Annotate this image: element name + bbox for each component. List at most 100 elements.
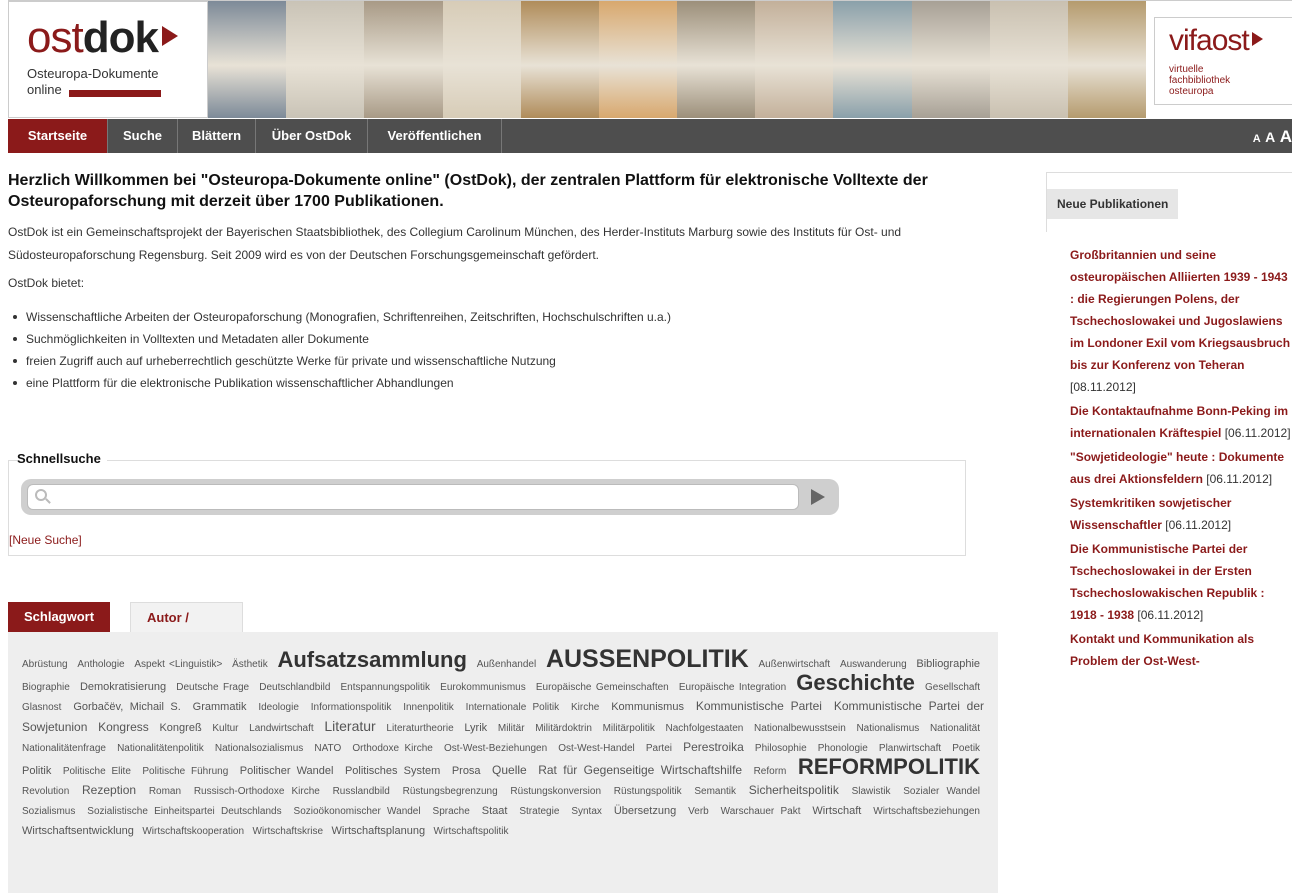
tag-link[interactable]: Europäische Integration	[679, 682, 786, 693]
tag-link[interactable]: Glasnost	[22, 702, 61, 713]
tag-link[interactable]: Warschauer Pakt	[721, 806, 801, 817]
tag-link[interactable]: Nachfolgestaaten	[666, 723, 744, 734]
tag-link[interactable]: REFORMPOLITIK	[798, 754, 980, 779]
tag-link[interactable]: Bibliographie	[916, 658, 980, 670]
tag-link[interactable]: Grammatik	[193, 701, 247, 713]
tag-link[interactable]: Deutsche Frage	[176, 682, 249, 693]
nav-ueber-ostdok[interactable]: Über OstDok	[256, 119, 368, 153]
tag-link[interactable]: Anthologie	[77, 659, 124, 670]
tag-link[interactable]: Roman	[149, 786, 181, 797]
tag-link[interactable]: Sozioökonomischer Wandel	[294, 806, 421, 817]
tag-link[interactable]: Revolution	[22, 786, 69, 797]
tag-link[interactable]: Gorbačëv, Michail S.	[73, 701, 180, 713]
tag-link[interactable]: Politische Führung	[142, 766, 228, 777]
tag-link[interactable]: Wirtschaftspolitik	[434, 826, 509, 837]
tag-link[interactable]: Kommunistische Partei	[696, 699, 822, 713]
tag-link[interactable]: Sozialer Wandel	[903, 786, 980, 797]
tag-link[interactable]: Ideologie	[258, 702, 299, 713]
tag-link[interactable]: Nationalbewusstsein	[754, 723, 846, 734]
tag-link[interactable]: Biographie	[22, 682, 70, 693]
tag-link[interactable]: Kongress	[98, 720, 149, 734]
tag-link[interactable]: Wirtschaft	[812, 805, 861, 817]
tag-link[interactable]: Sozialistische Einheitspartei Deutschlan…	[87, 806, 281, 817]
ostdok-logo[interactable]: ostdok Osteuropa-Dokumente online	[8, 1, 208, 118]
tag-link[interactable]: Europäische Gemeinschaften	[536, 682, 669, 693]
tag-link[interactable]: Deutschlandbild	[259, 682, 330, 693]
tag-link[interactable]: Wirtschaftskrise	[253, 826, 324, 837]
tag-link[interactable]: Entspannungspolitik	[341, 682, 431, 693]
tag-link[interactable]: Lyrik	[464, 722, 487, 734]
tag-link[interactable]: Sprache	[433, 806, 470, 817]
tag-link[interactable]: Militärpolitik	[603, 723, 655, 734]
tag-link[interactable]: Russlandbild	[333, 786, 390, 797]
publication-title-link[interactable]: Kontakt und Kommunikation als Problem de…	[1070, 632, 1254, 668]
tag-link[interactable]: Semantik	[694, 786, 736, 797]
tag-link[interactable]: Informationspolitik	[311, 702, 392, 713]
nav-startseite[interactable]: Startseite	[8, 119, 108, 153]
tag-link[interactable]: Eurokommunismus	[440, 682, 526, 693]
tab-autor-herausgeber[interactable]: Autor / Herausgeber	[130, 602, 244, 655]
tag-link[interactable]: Literatur	[324, 718, 375, 734]
tag-link[interactable]: Außenhandel	[477, 659, 537, 670]
tab-neue-publikationen[interactable]: Neue Publikationen	[1047, 189, 1179, 219]
tag-link[interactable]: Kirche	[571, 702, 599, 713]
tag-link[interactable]: Rüstungspolitik	[614, 786, 682, 797]
tag-link[interactable]: Aspekt <Linguistik>	[134, 659, 222, 670]
font-large[interactable]: A	[1280, 127, 1292, 146]
tag-link[interactable]: Militärdoktrin	[535, 723, 592, 734]
tag-link[interactable]: Innenpolitik	[403, 702, 454, 713]
tag-link[interactable]: Wirtschaftsentwicklung	[22, 825, 134, 837]
tag-link[interactable]: Literaturtheorie	[386, 723, 453, 734]
tag-link[interactable]: Rüstungskonversion	[510, 786, 601, 797]
tag-link[interactable]: Perestroika	[683, 740, 744, 754]
tag-link[interactable]: Kongreß	[159, 722, 201, 734]
tab-schlagwort[interactable]: Schlagwort	[8, 602, 111, 632]
tag-link[interactable]: Verb	[688, 806, 709, 817]
tag-link[interactable]: Reform	[754, 766, 787, 777]
tag-link[interactable]: Poetik	[952, 743, 980, 754]
tag-link[interactable]: Aufsatzsammlung	[277, 647, 466, 672]
tag-link[interactable]: AUSSENPOLITIK	[546, 645, 749, 673]
tag-link[interactable]: Slawistik	[852, 786, 891, 797]
tag-link[interactable]: Politische Elite	[63, 766, 131, 777]
tag-link[interactable]: Nationalismus	[856, 723, 919, 734]
tag-link[interactable]: Russisch-Orthodoxe Kirche	[194, 786, 320, 797]
font-size-switcher[interactable]: A A A	[1253, 119, 1292, 153]
search-submit-arrow-icon[interactable]	[811, 489, 825, 505]
tag-link[interactable]: Ost-West-Beziehungen	[444, 743, 547, 754]
tag-link[interactable]: Übersetzung	[614, 805, 676, 817]
font-small[interactable]: A	[1253, 133, 1261, 145]
tag-link[interactable]: Sozialismus	[22, 806, 75, 817]
nav-blaettern[interactable]: Blättern	[178, 119, 256, 153]
tag-link[interactable]: Rezeption	[82, 783, 136, 797]
tag-link[interactable]: Politischer Wandel	[240, 765, 334, 777]
tag-link[interactable]: Philosophie	[755, 743, 807, 754]
tag-link[interactable]: Nationalitätenfrage	[22, 743, 106, 754]
tag-link[interactable]: Kommunismus	[611, 701, 684, 713]
vifaost-logo[interactable]: vifaost virtuelle fachbibliothek osteuro…	[1154, 17, 1292, 105]
tag-link[interactable]: Ost-West-Handel	[558, 743, 635, 754]
publication-title-link[interactable]: Großbritannien und seine osteuropäischen…	[1070, 248, 1290, 372]
tag-link[interactable]: Auswanderung	[840, 659, 907, 670]
tag-link[interactable]: Quelle	[492, 763, 527, 777]
tag-link[interactable]: Phonologie	[818, 743, 868, 754]
tag-link[interactable]: Geschichte	[796, 670, 915, 695]
tag-link[interactable]: Strategie	[519, 806, 559, 817]
tag-link[interactable]: Syntax	[571, 806, 602, 817]
tag-link[interactable]: Abrüstung	[22, 659, 68, 670]
tag-link[interactable]: Politik	[22, 765, 51, 777]
tag-link[interactable]: Planwirtschaft	[879, 743, 941, 754]
tag-link[interactable]: Sicherheitspolitik	[749, 783, 839, 797]
tag-link[interactable]: Wirtschaftsplanung	[332, 825, 426, 837]
tag-link[interactable]: Demokratisierung	[80, 681, 166, 693]
tag-link[interactable]: NATO	[314, 743, 341, 754]
nav-veroeffentlichen[interactable]: Veröffentlichen	[368, 119, 502, 153]
tag-link[interactable]: Rüstungsbegrenzung	[403, 786, 498, 797]
tag-link[interactable]: Ästhetik	[232, 659, 268, 670]
search-input[interactable]	[27, 484, 799, 510]
tag-link[interactable]: Gesellschaft	[925, 682, 980, 693]
tag-link[interactable]: Wirtschaftskooperation	[142, 826, 244, 837]
tag-link[interactable]: Militär	[498, 723, 525, 734]
tag-link[interactable]: Kultur	[212, 723, 238, 734]
tag-link[interactable]: Wirtschaftsbeziehungen	[873, 806, 980, 817]
